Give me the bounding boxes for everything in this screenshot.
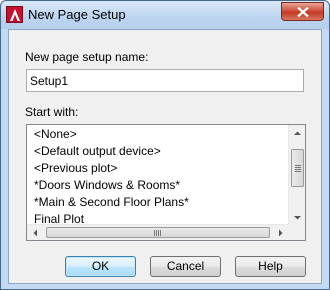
list-item[interactable]: <Default output device>: [27, 143, 289, 160]
autocad-logo-icon[interactable]: [6, 6, 23, 23]
ok-button[interactable]: OK: [65, 256, 136, 277]
start-with-label: Start with:: [25, 105, 79, 119]
list-item[interactable]: *Main & Second Floor Plans*: [27, 194, 289, 211]
close-icon: [297, 7, 309, 17]
list-items-container: <None> <Default output device> <Previous…: [27, 125, 289, 226]
horizontal-scrollbar[interactable]: [27, 224, 289, 240]
cancel-button[interactable]: Cancel: [150, 256, 221, 277]
vertical-scrollbar[interactable]: [288, 125, 305, 226]
horizontal-scroll-thumb[interactable]: [46, 227, 270, 238]
vertical-scroll-thumb[interactable]: [291, 149, 304, 187]
close-button[interactable]: [281, 2, 324, 21]
start-with-list[interactable]: <None> <Default output device> <Previous…: [26, 124, 306, 241]
scroll-left-arrow-icon[interactable]: [27, 225, 44, 241]
scroll-right-arrow-icon[interactable]: [272, 225, 289, 241]
help-button[interactable]: Help: [235, 256, 306, 277]
title-bar[interactable]: New Page Setup: [1, 1, 329, 29]
scroll-up-arrow-icon[interactable]: [289, 125, 306, 142]
list-item[interactable]: *Doors Windows & Rooms*: [27, 177, 289, 194]
setup-name-label: New page setup name:: [25, 50, 149, 64]
dialog-body: New page setup name: Setup1 Start with: …: [8, 29, 322, 284]
list-item[interactable]: <Previous plot>: [27, 160, 289, 177]
scrollbar-corner: [288, 224, 305, 240]
window-title: New Page Setup: [28, 7, 126, 22]
setup-name-input[interactable]: Setup1: [26, 69, 304, 92]
list-item[interactable]: <None>: [27, 126, 289, 143]
dialog-window: New Page Setup New page setup name: Setu…: [0, 0, 330, 290]
